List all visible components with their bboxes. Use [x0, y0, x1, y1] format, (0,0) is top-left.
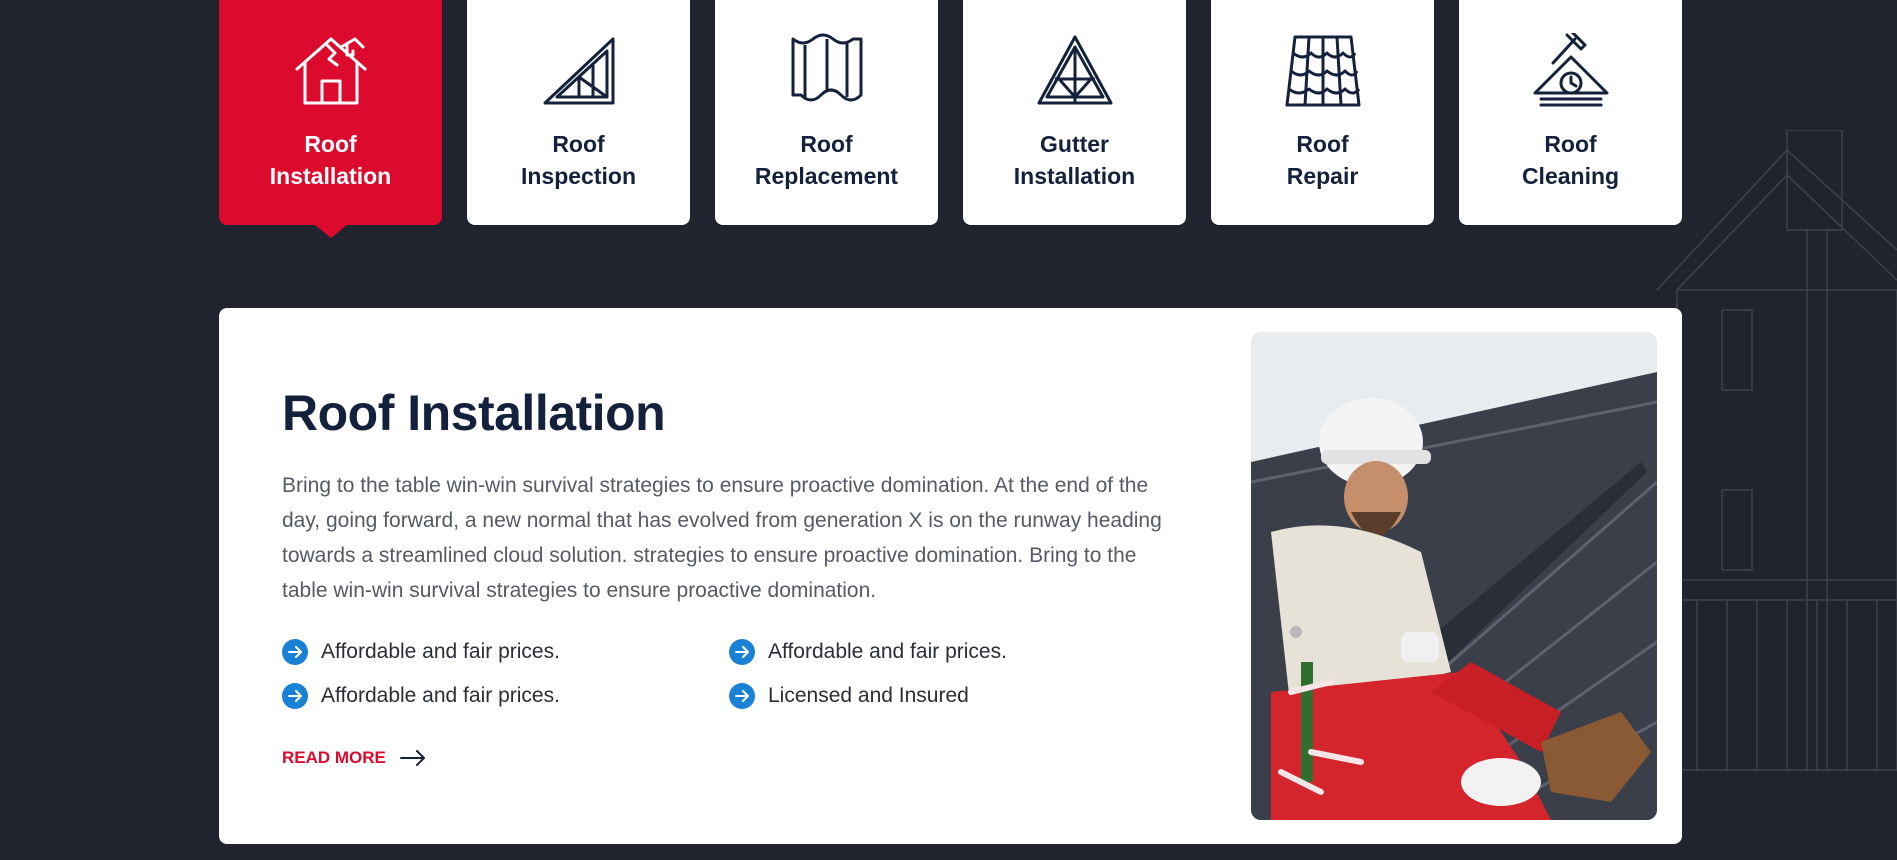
- arrow-circle-icon: [282, 683, 308, 709]
- roof-truss-triangle-icon: [538, 32, 620, 110]
- roof-sheet-icon: [786, 32, 868, 110]
- tab-label: Roof Repair: [1286, 131, 1359, 189]
- read-more-label: READ MORE: [282, 748, 386, 767]
- arrow-circle-icon: [729, 683, 755, 709]
- arrow-right-icon: [399, 750, 425, 766]
- service-detail-panel: Roof Installation Bring to the table win…: [219, 308, 1682, 844]
- tab-label: Roof Replacement: [754, 131, 899, 189]
- house-broken-roof-icon: [290, 32, 372, 110]
- read-more-link[interactable]: READ MORE: [282, 748, 426, 768]
- feature-text: Affordable and fair prices.: [321, 684, 560, 707]
- arrow-circle-icon: [729, 639, 755, 665]
- feature-text: Licensed and Insured: [768, 684, 969, 707]
- panel-title: Roof Installation: [282, 385, 666, 441]
- tab-label: Gutter Installation: [1013, 131, 1136, 189]
- tab-label: Roof Inspection: [520, 131, 636, 189]
- service-tabs: Roof Installation Roof Inspection Roof R…: [219, 0, 1682, 225]
- tab-gutter-installation[interactable]: Gutter Installation: [963, 0, 1186, 225]
- list-item: Affordable and fair prices.: [282, 638, 729, 666]
- panel-description: Bring to the table win-win survival stra…: [282, 474, 1162, 602]
- a-frame-truss-icon: [1034, 32, 1116, 110]
- tab-roof-installation[interactable]: Roof Installation: [219, 0, 442, 225]
- roof-hammer-clock-icon: [1530, 32, 1612, 110]
- tab-roof-repair[interactable]: Roof Repair: [1211, 0, 1434, 225]
- list-item: Affordable and fair prices.: [282, 682, 729, 710]
- list-item: Affordable and fair prices.: [729, 638, 1176, 666]
- roofer-installing-metal-roof-photo: [1251, 332, 1657, 820]
- arrow-circle-icon: [282, 639, 308, 665]
- tab-label: Roof Installation: [269, 131, 392, 189]
- tab-roof-replacement[interactable]: Roof Replacement: [715, 0, 938, 225]
- tab-roof-inspection[interactable]: Roof Inspection: [467, 0, 690, 225]
- roof-tiles-icon: [1282, 32, 1364, 110]
- feature-text: Affordable and fair prices.: [321, 640, 560, 663]
- list-item: Licensed and Insured: [729, 682, 1176, 710]
- feature-list: Affordable and fair prices. Affordable a…: [282, 638, 1176, 710]
- tab-roof-cleaning[interactable]: Roof Cleaning: [1459, 0, 1682, 225]
- tab-label: Roof Cleaning: [1521, 131, 1620, 189]
- feature-text: Affordable and fair prices.: [768, 640, 1007, 663]
